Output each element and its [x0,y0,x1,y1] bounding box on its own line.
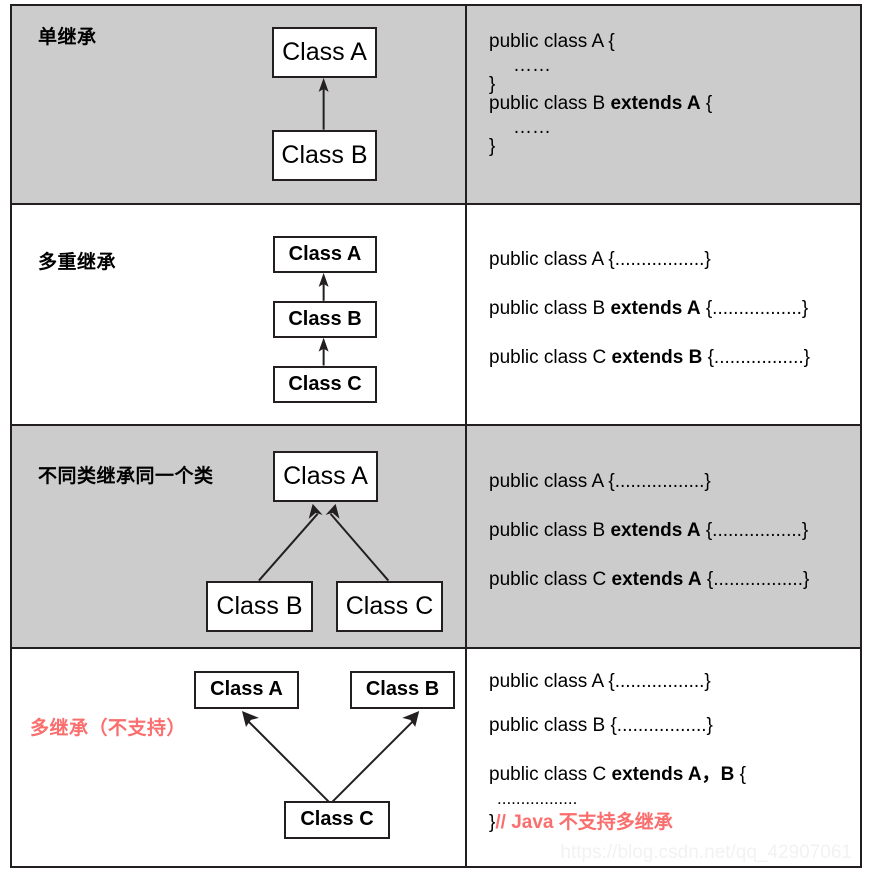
row2-code-line-2-pre: public class B [489,297,611,319]
row2-code-keyword-extends-b: extends B [611,346,703,368]
row4-node-class-b: Class B [350,670,455,709]
row1-arrowhead-b-to-a [318,77,329,92]
row4-code-line-4: ................. [497,788,578,808]
row3-code-panel: public class A {.................} publi… [467,426,860,647]
row2-node-class-b: Class B [273,300,377,338]
row1-node-class-a: Class A [272,27,377,78]
diagram-row-shared-superclass: 不同类继承同一个类 Class A Class B Class C public… [12,426,860,649]
row4-code-line-3-post: { [734,763,746,785]
row3-edge-c-to-a [329,513,390,582]
row1-code-line-5: …… [513,117,551,138]
row2-code-line-2: public class B extends A {..............… [489,298,808,320]
watermark-url: https://blog.csdn.net/qq_42907061 [560,842,852,863]
row4-label: 多继承（不支持） [30,717,187,739]
row3-node-class-a: Class A [273,451,378,503]
row3-arrowhead-c-to-a [325,503,340,519]
row3-arrowhead-b-to-a [308,503,323,519]
row1-code-panel: public class A { …… } public class B ext… [467,6,860,203]
row1-code-keyword-extends: extends A [610,93,701,114]
diagram-row-multilevel-inheritance: 多重继承 Class A Class B Class C public clas… [12,204,860,427]
row4-code-line-1: public class A {.................} [489,670,711,692]
diagram-row-multiple-inheritance-unsupported: 多继承（不支持） Class A Class B Class C public … [12,648,860,866]
row3-code-line-3-post: {.................} [701,569,810,591]
row2-arrowhead-c-to-b [318,337,329,352]
row3-code-line-3: public class C extends A {..............… [489,569,809,591]
row2-code-line-1: public class A {.................} [489,248,711,270]
row1-code-line-6: } [489,136,496,157]
row3-edge-b-to-a [258,513,319,582]
row4-edge-c-to-a [248,720,330,802]
row2-code-line-3-pre: public class C [489,346,612,368]
row3-code-line-3-pre: public class C [489,569,612,591]
row3-label: 不同类继承同一个类 [38,466,214,488]
row3-code-line-2-post: {.................} [700,520,809,542]
row1-code-line-2: …… [513,55,551,76]
row2-code-keyword-extends-a: extends A [610,297,701,319]
row2-code-line-2-post: {.................} [700,297,809,319]
row2-code-line-3-post: {.................} [702,346,811,368]
row3-code-line-2: public class B extends A {..............… [489,520,808,542]
row1-code-line-1: public class A { [489,31,615,52]
row1-code-line-3: } [489,74,496,95]
row3-node-class-c: Class C [336,581,443,633]
inheritance-diagram: 单继承 Class A Class B public class A { …… … [10,4,862,868]
row4-node-class-a: Class A [194,670,299,709]
row4-illustration-panel: 多继承（不支持） Class A Class B Class C [12,648,467,866]
row1-code-line-4-post: { [700,93,713,114]
row1-label: 单继承 [38,27,97,48]
row1-code-line-4-pre: public class B [489,93,611,114]
row1-illustration-panel: 单继承 Class A Class B [12,6,467,203]
row4-code-panel: public class A {.................} publi… [467,648,860,866]
row1-node-class-b: Class B [272,130,377,181]
row4-arrowhead-c-to-b [402,710,420,727]
row2-node-class-a: Class A [273,235,377,273]
row2-illustration-panel: 多重继承 Class A Class B Class C [12,204,467,425]
row4-edge-c-to-b [331,720,413,802]
row2-code-line-3: public class C extends B {..............… [489,347,810,369]
row3-code-line-1: public class A {.................} [489,471,711,493]
row3-illustration-panel: 不同类继承同一个类 Class A Class B Class C [12,426,467,647]
row4-node-class-c: Class C [284,800,390,839]
row4-code-comment-unsupported: // Java 不支持多继承 [495,811,673,833]
row4-arrowhead-c-to-a [241,710,259,727]
row4-code-line-2: public class B {.................} [489,714,713,736]
row2-arrows [318,272,329,366]
row2-code-panel: public class A {.................} publi… [467,204,860,425]
row4-code-line-3: public class C extends A，B { [489,759,746,786]
row3-code-keyword-extends-a-1: extends A [610,520,701,542]
row4-code-keyword-extends-ab: extends A，B [611,763,735,785]
row4-code-line-3-pre: public class C [489,763,612,785]
row2-arrowhead-b-to-a [318,272,329,287]
row4-code-line-5: }// Java 不支持多继承 [489,807,673,834]
row3-code-keyword-extends-a-2: extends A [611,569,702,591]
row3-node-class-b: Class B [206,581,313,633]
diagram-row-single-inheritance: 单继承 Class A Class B public class A { …… … [12,6,860,205]
row2-node-class-c: Class C [273,365,377,403]
row2-label: 多重继承 [38,251,117,273]
row1-code-line-4: public class B extends A { [489,94,712,113]
row3-code-line-2-pre: public class B [489,520,611,542]
